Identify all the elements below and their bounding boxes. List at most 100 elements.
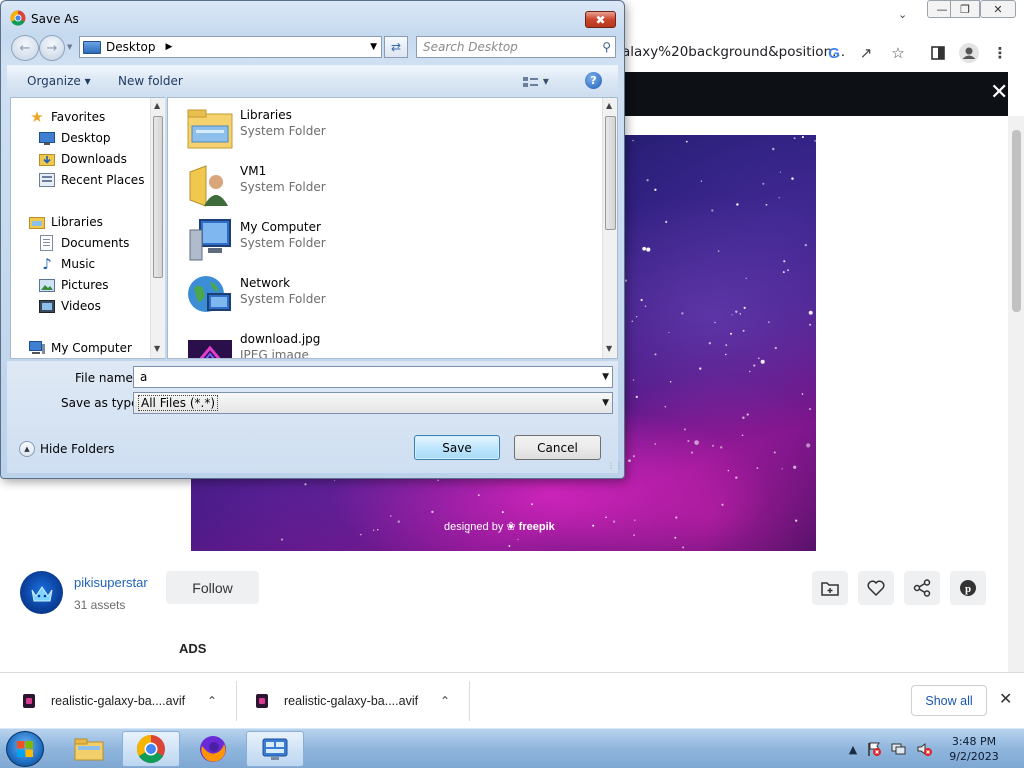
nav-item-music[interactable]: ♪ Music [39,254,95,274]
nav-item-desktop[interactable]: Desktop [39,128,111,148]
address-breadcrumb[interactable]: Desktop [106,40,156,54]
taskbar: ▲ 3:48 PM 9/2/2023 [0,728,1024,768]
file-item-vm1[interactable]: VM1 System Folder [186,160,326,212]
computer-icon [186,216,234,264]
navigation-pane-scrollbar[interactable]: ▲ ▼ [150,98,165,358]
share-button[interactable] [904,571,940,605]
nav-item-favorites[interactable]: ★ Favorites [29,107,105,127]
organize-button[interactable]: Organize ▾ [27,74,91,88]
dialog-title: Save As [31,12,79,26]
download-item[interactable]: realistic-galaxy-ba....avif [256,673,418,729]
author-name-link[interactable]: pikisuperstar [74,575,148,590]
search-icon[interactable]: ⚲ [602,40,611,54]
show-hidden-icons-icon[interactable]: ▲ [845,741,861,757]
side-panel-icon[interactable] [927,42,949,64]
menu-kebab-icon[interactable]: ⋮ [989,42,1011,64]
pictures-icon [39,277,55,293]
nav-item-pictures[interactable]: Pictures [39,275,109,295]
help-icon[interactable]: ? [585,72,602,89]
save-form: File name: ▼ Save as type: All Files (*.… [7,361,623,473]
close-download-bar-icon[interactable]: ✕ [999,689,1012,708]
file-name-dropdown-icon[interactable]: ▼ [602,372,609,382]
page-scrollbar[interactable] [1008,116,1024,672]
file-item-libraries[interactable]: Libraries System Folder [186,104,326,156]
chrome-icon [10,10,26,26]
show-all-downloads-button[interactable]: Show all [911,685,987,716]
cancel-button[interactable]: Cancel [514,435,601,460]
save-as-type-select[interactable]: All Files (*.*) ▼ [133,392,613,414]
recent-places-icon [39,172,55,188]
divider [469,681,470,721]
user-folder-icon [186,160,234,208]
music-icon: ♪ [42,255,52,273]
nav-item-downloads[interactable]: Downloads [39,149,127,169]
back-button[interactable]: ← [11,35,39,61]
computer-icon [29,340,45,356]
download-item[interactable]: realistic-galaxy-ba....avif [23,673,185,729]
new-folder-button[interactable]: New folder [118,74,183,88]
taskbar-explorer-button[interactable] [60,731,118,767]
address-bar-url[interactable]: alaxy%20background&position... [622,44,845,60]
address-bar[interactable]: Desktop ▶ ▼ [79,36,382,58]
profile-avatar-icon[interactable] [958,42,980,64]
ads-heading: ADS [179,641,207,656]
recent-locations-dropdown[interactable]: ▼ [67,43,72,51]
forward-button[interactable]: → [39,35,65,61]
file-list-scrollbar[interactable]: ▲ ▼ [602,98,617,358]
nav-item-libraries[interactable]: Libraries [29,212,103,232]
start-button[interactable] [6,731,44,767]
pinterest-button[interactable]: p [950,571,986,605]
bookmark-star-icon[interactable]: ☆ [887,42,909,64]
nav-item-my-computer[interactable]: My Computer [29,338,132,358]
downloads-folder-icon [39,151,55,167]
add-to-collection-button[interactable] [812,571,848,605]
share-icon[interactable]: ↗ [855,42,877,64]
breadcrumb-arrow-icon[interactable]: ▶ [166,42,173,52]
search-box: ⚲ [416,36,616,58]
tab-search-icon[interactable]: ⌄ [898,8,907,21]
svg-text:p: p [965,583,971,595]
taskbar-firefox-button[interactable] [184,731,242,767]
like-heart-button[interactable] [858,571,894,605]
change-view-button[interactable]: ▾ [523,74,549,88]
image-file-icon [186,328,234,358]
file-item-download-jpg[interactable]: download.jpg JPEG image [186,328,320,358]
hide-folders-button[interactable]: ▲ Hide Folders [19,441,115,457]
clock-date: 9/2/2023 [949,750,999,763]
nav-item-videos[interactable]: Videos [39,296,101,316]
author-avatar[interactable] [20,571,63,614]
follow-button[interactable]: Follow [166,571,259,604]
close-modal-icon[interactable]: ✕ [990,80,1008,105]
action-center-flag-icon[interactable] [866,741,882,757]
volume-muted-icon[interactable] [916,741,932,757]
chevron-up-icon[interactable]: ⌃ [207,694,217,708]
refresh-button[interactable]: ⇄ [384,36,408,58]
image-credit: designed by ❀ freepik [444,521,555,533]
search-input[interactable] [417,37,593,57]
save-as-dialog: Save As ✖ ← → ▼ Desktop ▶ ▼ ⇄ ⚲ Organize… [0,0,625,479]
nav-item-documents[interactable]: Documents [39,233,129,253]
chevron-up-icon[interactable]: ⌃ [440,694,450,708]
download-filename: realistic-galaxy-ba....avif [284,694,419,708]
address-dropdown-icon[interactable]: ▼ [370,42,377,52]
file-item-network[interactable]: Network System Folder [186,272,326,324]
close-window-button[interactable]: ✕ [980,0,1016,18]
file-name-input[interactable] [134,367,594,387]
resize-grip-icon[interactable]: ⋮⋮ [607,461,623,470]
restore-button[interactable]: ❐ [950,0,980,18]
network-icon [186,272,234,320]
taskbar-control-panel-button[interactable] [246,731,304,767]
dialog-close-button[interactable]: ✖ [585,11,616,28]
save-as-type-dropdown-icon[interactable]: ▼ [602,398,609,408]
nav-item-recent-places[interactable]: Recent Places [39,170,144,190]
desktop-icon [83,40,101,54]
google-lens-icon[interactable]: G [823,42,845,64]
system-clock[interactable]: 3:48 PM 9/2/2023 [944,734,1004,764]
save-button[interactable]: Save [414,435,500,460]
desktop-icon [39,130,55,146]
taskbar-chrome-button[interactable] [122,731,180,767]
divider [236,681,237,721]
network-status-icon[interactable] [891,741,907,757]
save-as-type-value: All Files (*.*) [138,395,219,411]
file-item-my-computer[interactable]: My Computer System Folder [186,216,326,268]
